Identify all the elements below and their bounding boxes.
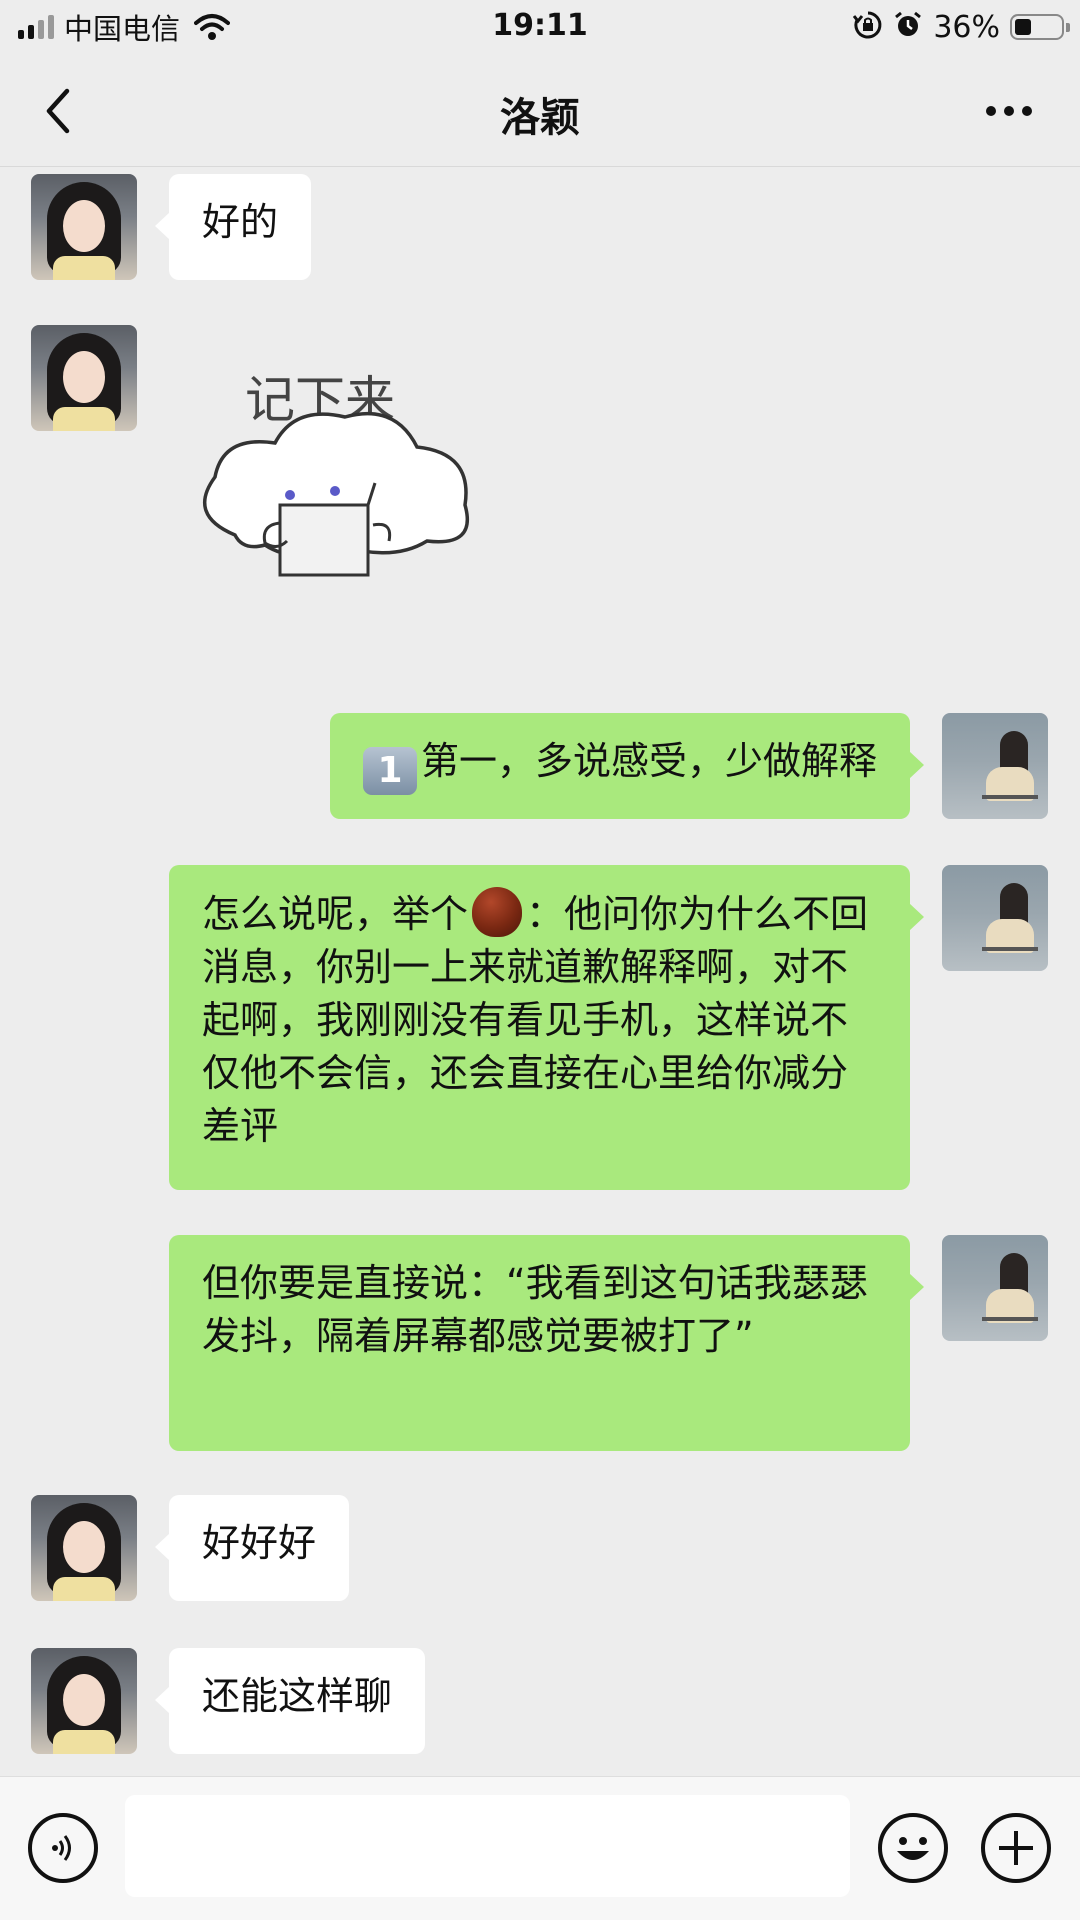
status-bar: 中国电信 19:11 36% bbox=[0, 0, 1080, 55]
self-avatar[interactable] bbox=[942, 713, 1048, 819]
message-bubble-incoming[interactable]: 还能这样聊 bbox=[154, 1648, 426, 1754]
contact-avatar[interactable] bbox=[31, 1648, 137, 1754]
more-dots-icon bbox=[986, 106, 996, 116]
keycap-one-emoji: 1 bbox=[362, 747, 417, 795]
message-text: 第一，多说感受，少做解释 bbox=[420, 739, 877, 783]
emoji-button[interactable] bbox=[878, 1813, 948, 1883]
contact-avatar[interactable] bbox=[31, 174, 137, 280]
battery-icon bbox=[1010, 14, 1070, 40]
alarm-icon bbox=[893, 10, 923, 44]
message-bubble-outgoing[interactable]: 但你要是直接说：“我看到这句话我瑟瑟发抖，隔着屏幕都感觉要被打了” bbox=[169, 1235, 924, 1451]
chat-title: 洛颖 bbox=[500, 95, 580, 141]
more-button[interactable] bbox=[974, 83, 1044, 139]
voice-button[interactable] bbox=[28, 1813, 98, 1883]
self-avatar[interactable] bbox=[942, 1235, 1048, 1341]
message-bubble-incoming[interactable]: 好的 bbox=[154, 174, 312, 280]
message-input[interactable] bbox=[125, 1795, 850, 1897]
message-bubble-incoming[interactable]: 好好好 bbox=[154, 1495, 350, 1601]
nav-bar: 洛颖 bbox=[0, 55, 1080, 167]
input-bar bbox=[0, 1776, 1080, 1920]
plus-icon bbox=[999, 1831, 1033, 1865]
plus-button[interactable] bbox=[981, 1813, 1051, 1883]
sticker-message[interactable]: 记下来 bbox=[195, 365, 495, 585]
rotation-lock-icon bbox=[853, 10, 883, 44]
status-right: 36% bbox=[853, 8, 1070, 46]
self-avatar[interactable] bbox=[942, 865, 1048, 971]
message-bubble-outgoing[interactable]: 怎么说呢，举个 ：他问你为什么不回消息，你别一上来就道歉解释啊，对不起啊，我刚刚没… bbox=[169, 865, 924, 1190]
chat-screen: 中国电信 19:11 36% 洛颖 好的 记下来 1 第一，多说感受，少做解释 … bbox=[0, 0, 1080, 1920]
contact-avatar[interactable] bbox=[31, 325, 137, 431]
chestnut-emoji bbox=[472, 887, 523, 937]
battery-percent: 36% bbox=[933, 9, 1000, 45]
message-text: 怎么说呢，举个 bbox=[202, 892, 469, 936]
message-bubble-outgoing[interactable]: 1 第一，多说感受，少做解释 bbox=[329, 713, 925, 819]
voice-icon bbox=[52, 1835, 71, 1861]
emoji-icon bbox=[897, 1837, 929, 1860]
contact-avatar[interactable] bbox=[31, 1495, 137, 1601]
